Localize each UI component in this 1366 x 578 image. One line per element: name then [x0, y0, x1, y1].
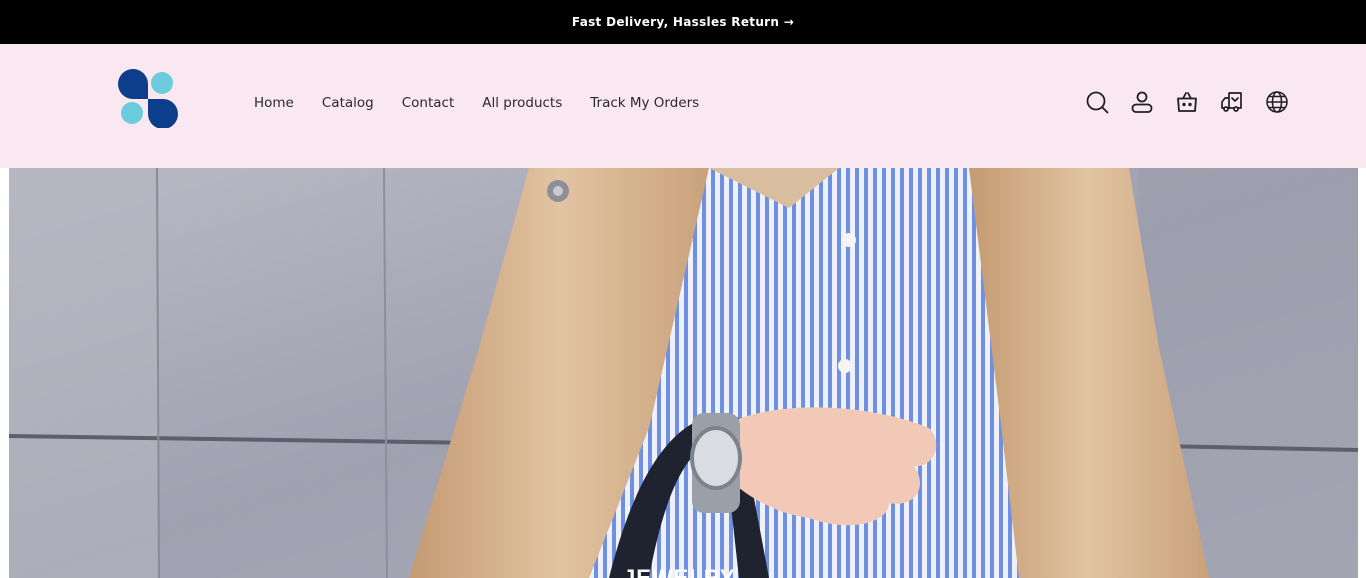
nav-item-all-products[interactable]: All products: [482, 95, 562, 111]
nav-item-home[interactable]: Home: [254, 95, 294, 111]
site-header: Home Catalog Contact All products Track …: [0, 44, 1366, 168]
track-order-button[interactable]: [1219, 89, 1245, 115]
logo-icon: [118, 69, 178, 129]
account-icon: [1131, 91, 1153, 113]
main-nav: Home Catalog Contact All products Track …: [254, 95, 727, 111]
hero-caption: JEWELRY: [623, 565, 736, 578]
cart-button[interactable]: [1174, 89, 1200, 115]
announcement-bar: Fast Delivery, Hassles Return →: [0, 0, 1366, 44]
nav-item-catalog[interactable]: Catalog: [322, 95, 374, 111]
nav-item-contact[interactable]: Contact: [402, 95, 455, 111]
hero-banner[interactable]: JEWELRY: [9, 168, 1358, 578]
header-icons: [1084, 89, 1290, 115]
store-logo[interactable]: [117, 68, 179, 129]
announcement-link[interactable]: Fast Delivery, Hassles Return →: [572, 15, 794, 29]
account-button[interactable]: [1129, 89, 1155, 115]
nav-item-track-orders[interactable]: Track My Orders: [590, 95, 699, 111]
language-button[interactable]: [1264, 89, 1290, 115]
truck-icon: [1221, 92, 1242, 112]
globe-icon: [1266, 91, 1288, 113]
search-button[interactable]: [1084, 89, 1110, 115]
hero-image: [9, 168, 1358, 578]
search-icon: [1086, 91, 1109, 114]
cart-icon: [1177, 92, 1197, 112]
